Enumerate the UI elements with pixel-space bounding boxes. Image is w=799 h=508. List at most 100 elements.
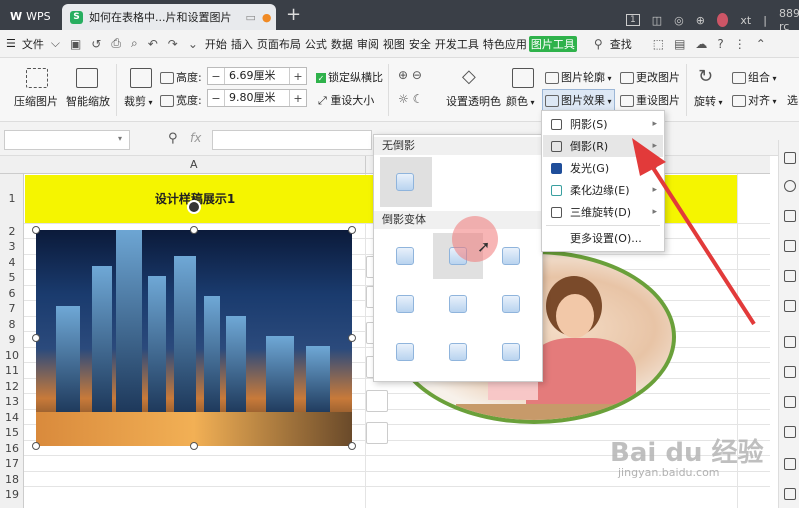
row-label[interactable]: 8: [0, 318, 24, 331]
row-label[interactable]: 10: [0, 349, 24, 362]
undo-history-icon[interactable]: ↺: [86, 37, 106, 51]
menu-item-view[interactable]: 视图: [381, 36, 407, 52]
menu-item-page-layout[interactable]: 页面布局: [255, 36, 303, 52]
new-tab-button[interactable]: +: [286, 4, 301, 25]
menu-item-data[interactable]: 数据: [329, 36, 355, 52]
tab-picture-tools[interactable]: 图片工具: [528, 35, 577, 52]
template-icon[interactable]: ▤: [669, 37, 690, 51]
print-icon[interactable]: ⎙: [106, 36, 126, 51]
height-decrease[interactable]: −: [208, 70, 224, 83]
width-input[interactable]: 9.80厘米: [224, 90, 290, 106]
redo-icon[interactable]: ↷: [163, 37, 183, 51]
chevron-down-icon[interactable]: ⌵: [46, 36, 65, 51]
row-label[interactable]: 15: [0, 426, 24, 439]
crop-button[interactable]: 裁剪 ▾: [124, 93, 153, 109]
smart-scale-button[interactable]: 智能缩放: [66, 93, 110, 109]
width-decrease[interactable]: −: [208, 92, 224, 105]
city-picture[interactable]: [36, 230, 352, 446]
undo-icon[interactable]: ↶: [143, 37, 163, 51]
reflection-variant-1[interactable]: [396, 247, 414, 265]
resize-handle[interactable]: [190, 442, 198, 450]
search-label[interactable]: 查找: [608, 36, 634, 52]
effects-button[interactable]: 图片效果 ▾: [542, 89, 615, 111]
row-label[interactable]: 19: [0, 488, 24, 501]
row-label[interactable]: 12: [0, 380, 24, 393]
menu-file[interactable]: 文件: [20, 36, 46, 52]
set-transparent-button[interactable]: 设置透明色: [446, 93, 501, 109]
hamburger-icon[interactable]: ☰: [6, 37, 16, 50]
export-icon[interactable]: [784, 488, 796, 500]
chevron-down-icon[interactable]: ▾: [118, 134, 122, 143]
formula-input[interactable]: [212, 130, 372, 150]
row-label[interactable]: 18: [0, 473, 24, 486]
name-box[interactable]: [4, 130, 130, 150]
more-icon[interactable]: ⌄: [183, 37, 203, 51]
avatar[interactable]: [716, 13, 729, 27]
row-label[interactable]: 16: [0, 442, 24, 455]
row-label[interactable]: 17: [0, 457, 24, 470]
row-label[interactable]: 4: [0, 256, 24, 269]
search-icon[interactable]: ⚲: [589, 37, 608, 51]
row-label[interactable]: 14: [0, 411, 24, 424]
user-name[interactable]: xt: [740, 14, 751, 27]
copy-icon[interactable]: [784, 336, 796, 348]
width-stepper[interactable]: − 9.80厘米 +: [207, 89, 307, 107]
select-pointer-icon[interactable]: [784, 152, 796, 164]
table-icon[interactable]: [784, 240, 796, 252]
layout-icon[interactable]: ◫: [652, 14, 662, 27]
preview-icon[interactable]: ⌕: [126, 36, 143, 51]
resize-handle[interactable]: [32, 334, 40, 342]
row-label[interactable]: 7: [0, 302, 24, 315]
reflection-variant-5[interactable]: [449, 295, 467, 313]
wps-home-tab[interactable]: W WPS: [6, 5, 60, 27]
rotate-button[interactable]: 旋转 ▾: [694, 93, 723, 109]
style-icon[interactable]: [784, 210, 796, 222]
rotate-handle-icon[interactable]: [187, 200, 201, 214]
share-doc-icon[interactable]: ⬚: [648, 37, 669, 51]
image-icon[interactable]: [784, 396, 796, 408]
fx-icon[interactable]: fx: [190, 131, 201, 145]
height-increase[interactable]: +: [290, 70, 306, 83]
float-replace-icon[interactable]: [366, 422, 388, 444]
row-label[interactable]: 13: [0, 395, 24, 408]
group-button[interactable]: 组合 ▾: [732, 69, 777, 85]
menu-item-review[interactable]: 审阅: [355, 36, 381, 52]
resize-handle[interactable]: [348, 226, 356, 234]
row-label[interactable]: 5: [0, 271, 24, 284]
window-icon[interactable]: ▭: [246, 11, 256, 24]
resize-handle[interactable]: [190, 226, 198, 234]
column-a-label[interactable]: A: [190, 158, 198, 171]
tools-icon[interactable]: [784, 458, 796, 470]
menu-item-security[interactable]: 安全: [407, 36, 433, 52]
height-stepper[interactable]: − 6.69厘米 +: [207, 67, 307, 85]
compress-picture-button[interactable]: 压缩图片: [14, 93, 58, 109]
property-icon[interactable]: [784, 270, 796, 282]
change-picture-button[interactable]: 更改图片: [620, 69, 680, 85]
resize-handle[interactable]: [32, 226, 40, 234]
width-increase[interactable]: +: [290, 92, 306, 105]
align-button[interactable]: 对齐 ▾: [732, 92, 777, 108]
reflection-variant-3[interactable]: [502, 247, 520, 265]
menu-item-formula[interactable]: 公式: [303, 36, 329, 52]
badge-icon[interactable]: 1: [626, 14, 640, 26]
reflection-variant-9[interactable]: [502, 343, 520, 361]
skin-icon[interactable]: ⊕: [696, 14, 705, 27]
add-icon[interactable]: ⊕ ⊖: [398, 68, 422, 82]
shape-icon[interactable]: [784, 180, 796, 192]
menu-item-start[interactable]: 开始: [203, 36, 229, 52]
outline-button[interactable]: 图片轮廓 ▾: [545, 69, 612, 85]
row-label[interactable]: 11: [0, 364, 24, 377]
resize-handle[interactable]: [32, 442, 40, 450]
help-icon[interactable]: ?: [712, 37, 728, 51]
resize-handle[interactable]: [348, 442, 356, 450]
brightness-icon[interactable]: ☼ ☾: [398, 92, 423, 106]
reflection-variant-8[interactable]: [449, 343, 467, 361]
chart-icon[interactable]: [784, 300, 796, 312]
row-label[interactable]: 1: [0, 192, 24, 205]
document-tab[interactable]: S 如何在表格中...片和设置图片 ▭ ●: [62, 4, 276, 30]
reflection-variant-7[interactable]: [396, 343, 414, 361]
row-label[interactable]: 2: [0, 225, 24, 238]
reset-picture-button[interactable]: 重设图片: [620, 92, 680, 108]
collapse-ribbon-icon[interactable]: ⌃: [751, 37, 771, 51]
zoom-icon[interactable]: ⚲: [168, 131, 178, 146]
